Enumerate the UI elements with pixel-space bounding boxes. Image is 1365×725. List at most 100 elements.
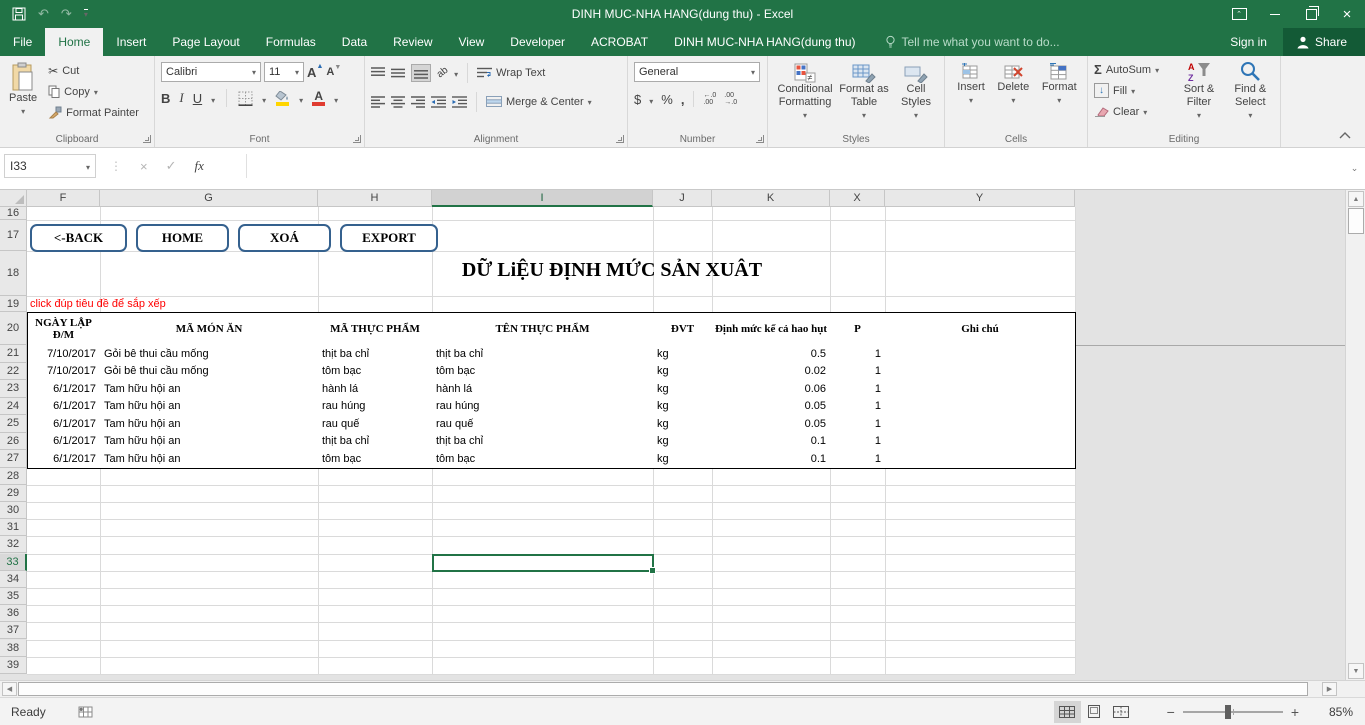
row-header-23[interactable]: 23: [0, 380, 27, 398]
enter-entry-icon[interactable]: ✓: [166, 158, 177, 174]
macro-record-icon[interactable]: [78, 706, 93, 718]
format-cells-button[interactable]: Format: [1039, 61, 1080, 126]
name-box[interactable]: I33: [4, 154, 96, 178]
table-cell[interactable]: kg: [653, 398, 713, 417]
row-header-34[interactable]: 34: [0, 571, 27, 588]
middle-align-icon[interactable]: [391, 67, 405, 79]
format-painter-button[interactable]: Format Painter: [48, 102, 139, 123]
sheet-button-xo[interactable]: XOÁ: [238, 224, 331, 252]
wrap-text-button[interactable]: Wrap Text: [477, 62, 545, 83]
table-cell[interactable]: 6/1/2017: [27, 398, 101, 417]
tab-data[interactable]: Data: [329, 28, 380, 56]
sort-filter-button[interactable]: A Z Sort & Filter: [1173, 59, 1224, 126]
page-break-view-icon[interactable]: [1108, 701, 1135, 723]
row-header-17[interactable]: 17: [0, 220, 27, 251]
scroll-down-icon[interactable]: ▼: [1348, 663, 1364, 679]
row-header-38[interactable]: 38: [0, 640, 27, 657]
select-all-corner[interactable]: [0, 190, 27, 207]
align-center-icon[interactable]: [391, 96, 405, 108]
table-cell[interactable]: kg: [653, 415, 713, 434]
clear-button[interactable]: Clear: [1094, 101, 1173, 122]
table-cell[interactable]: 0.5: [712, 345, 831, 364]
accounting-format-icon[interactable]: $: [634, 92, 641, 107]
normal-view-icon[interactable]: [1054, 701, 1081, 723]
table-cell[interactable]: kg: [653, 433, 713, 452]
sign-in-button[interactable]: Sign in: [1214, 28, 1283, 56]
restore-button[interactable]: [1293, 0, 1329, 28]
decrease-indent-icon[interactable]: [431, 96, 446, 108]
table-cell[interactable]: 1: [830, 450, 886, 469]
zoom-out-icon[interactable]: −: [1159, 704, 1183, 720]
table-cell[interactable]: thịt ba chỉ: [318, 345, 433, 364]
tab-dinh-muc-nha-hang-dung-thu-[interactable]: DINH MUC-NHA HANG(dung thu): [661, 28, 868, 56]
table-cell[interactable]: tôm bạc: [432, 450, 654, 469]
row-header-36[interactable]: 36: [0, 605, 27, 622]
top-align-icon[interactable]: [371, 67, 385, 79]
ribbon-display-options-button[interactable]: ⌃: [1221, 0, 1257, 28]
row-header-24[interactable]: 24: [0, 398, 27, 416]
increase-decimal-icon[interactable]: ←.0.00: [703, 92, 716, 106]
collapse-ribbon-icon[interactable]: [1339, 132, 1351, 139]
table-cell[interactable]: [885, 380, 1076, 399]
fill-color-icon[interactable]: [275, 91, 290, 106]
number-format-select[interactable]: General: [634, 62, 760, 82]
table-cell[interactable]: 7/10/2017: [27, 345, 101, 364]
tab-developer[interactable]: Developer: [497, 28, 578, 56]
table-cell[interactable]: Tam hữu hội an: [100, 380, 319, 399]
increase-indent-icon[interactable]: [452, 96, 467, 108]
table-cell[interactable]: 6/1/2017: [27, 380, 101, 399]
underline-button[interactable]: U: [193, 91, 202, 106]
table-cell[interactable]: [885, 433, 1076, 452]
font-size-select[interactable]: 11: [264, 62, 304, 82]
cancel-entry-icon[interactable]: ×: [140, 159, 148, 174]
cut-button[interactable]: ✂ Cut: [48, 60, 139, 81]
clipboard-dialog-launcher[interactable]: [143, 135, 151, 143]
sheet-button-home[interactable]: HOME: [136, 224, 229, 252]
font-color-icon[interactable]: A: [312, 91, 325, 106]
table-cell[interactable]: Tam hữu hội an: [100, 415, 319, 434]
scroll-up-icon[interactable]: ▲: [1348, 191, 1364, 207]
table-cell[interactable]: [885, 450, 1076, 469]
table-cell[interactable]: 1: [830, 380, 886, 399]
comma-style-icon[interactable]: ,: [681, 92, 685, 107]
scroll-left-icon[interactable]: ◀: [2, 682, 17, 696]
vertical-scroll-thumb[interactable]: [1348, 208, 1364, 234]
find-select-button[interactable]: Find & Select: [1225, 59, 1276, 126]
table-cell[interactable]: 1: [830, 398, 886, 417]
tab-formulas[interactable]: Formulas: [253, 28, 329, 56]
table-cell[interactable]: rau húng: [432, 398, 654, 417]
table-cell[interactable]: tôm bạc: [432, 363, 654, 382]
tab-page-layout[interactable]: Page Layout: [159, 28, 252, 56]
table-cell[interactable]: hành lá: [318, 380, 433, 399]
tab-file[interactable]: File: [0, 28, 45, 56]
tab-view[interactable]: View: [446, 28, 498, 56]
table-cell[interactable]: 0.05: [712, 398, 831, 417]
row-header-16[interactable]: 16: [0, 207, 27, 220]
table-cell[interactable]: 1: [830, 363, 886, 382]
fill-button[interactable]: ↓ Fill: [1094, 80, 1173, 101]
fill-handle[interactable]: [649, 567, 656, 574]
column-header-I[interactable]: I: [432, 190, 653, 207]
insert-function-icon[interactable]: fx: [195, 158, 204, 174]
zoom-level-label[interactable]: 85%: [1317, 705, 1353, 719]
format-as-table-button[interactable]: Format as Table: [836, 61, 892, 126]
percent-style-icon[interactable]: %: [661, 92, 673, 107]
table-cell[interactable]: 6/1/2017: [27, 450, 101, 469]
tab-review[interactable]: Review: [380, 28, 445, 56]
autosum-button[interactable]: Σ AutoSum: [1094, 59, 1173, 80]
customize-quick-access-icon[interactable]: [84, 9, 88, 19]
table-cell[interactable]: kg: [653, 450, 713, 469]
row-header-31[interactable]: 31: [0, 519, 27, 536]
copy-button[interactable]: Copy: [48, 81, 139, 102]
table-cell[interactable]: Tam hữu hội an: [100, 433, 319, 452]
align-left-icon[interactable]: [371, 96, 385, 108]
row-header-18[interactable]: 18: [0, 251, 27, 296]
table-cell[interactable]: 1: [830, 345, 886, 364]
table-cell[interactable]: 6/1/2017: [27, 415, 101, 434]
table-cell[interactable]: tôm bạc: [318, 363, 433, 382]
row-header-37[interactable]: 37: [0, 622, 27, 639]
table-cell[interactable]: kg: [653, 363, 713, 382]
page-layout-view-icon[interactable]: [1081, 701, 1108, 723]
increase-font-icon[interactable]: A▲: [307, 65, 323, 80]
font-dialog-launcher[interactable]: [353, 135, 361, 143]
